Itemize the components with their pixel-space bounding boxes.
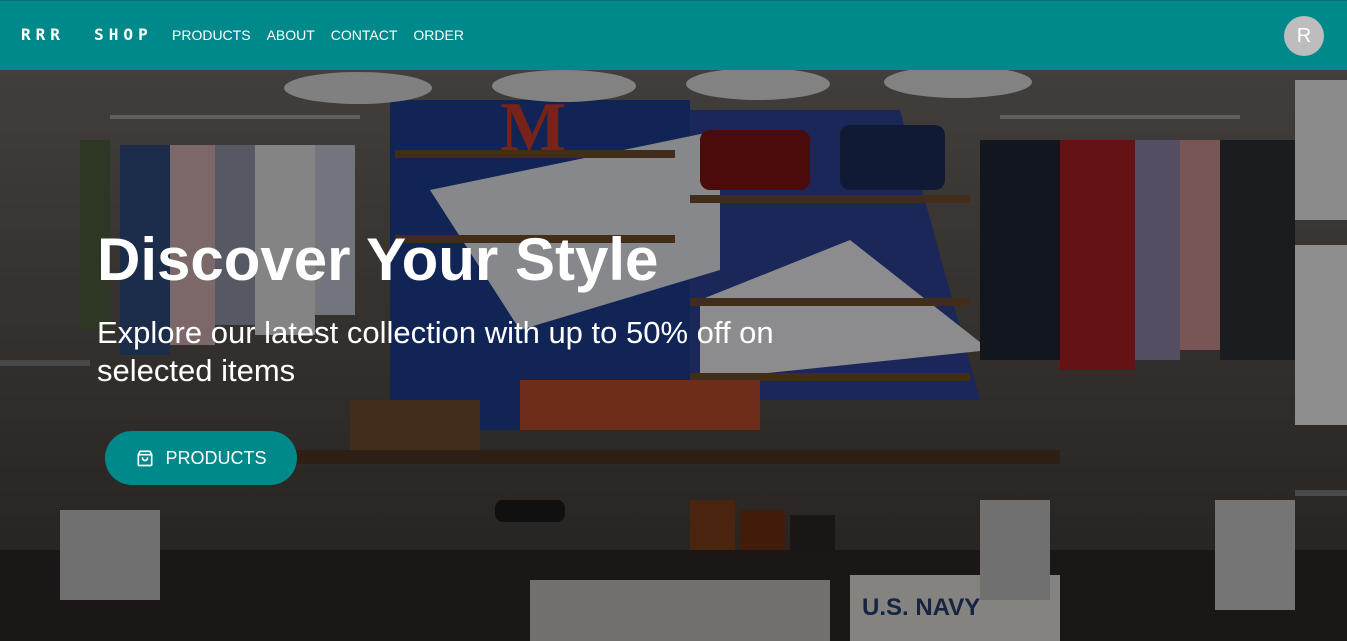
top-navbar: RRR SHOP PRODUCTS ABOUT CONTACT ORDER R (0, 0, 1347, 70)
nav-link-contact[interactable]: CONTACT (331, 27, 398, 43)
nav-link-about[interactable]: ABOUT (267, 27, 315, 43)
nav-links: PRODUCTS ABOUT CONTACT ORDER (172, 27, 464, 43)
nav-link-products[interactable]: PRODUCTS (172, 27, 251, 43)
shopping-bag-icon (137, 450, 153, 467)
hero-products-button-label: PRODUCTS (165, 447, 267, 468)
hero-products-button[interactable]: PRODUCTS (105, 431, 297, 485)
user-avatar[interactable]: R (1284, 16, 1324, 56)
hero-title: Discover Your Style (97, 226, 659, 293)
hero-subtitle: Explore our latest collection with up to… (97, 315, 774, 388)
brand-logo[interactable]: RRR SHOP (21, 25, 153, 44)
nav-link-order[interactable]: ORDER (413, 27, 464, 43)
hero-banner: M U.S. NAVY Discover Your Style Explore … (0, 70, 1347, 641)
